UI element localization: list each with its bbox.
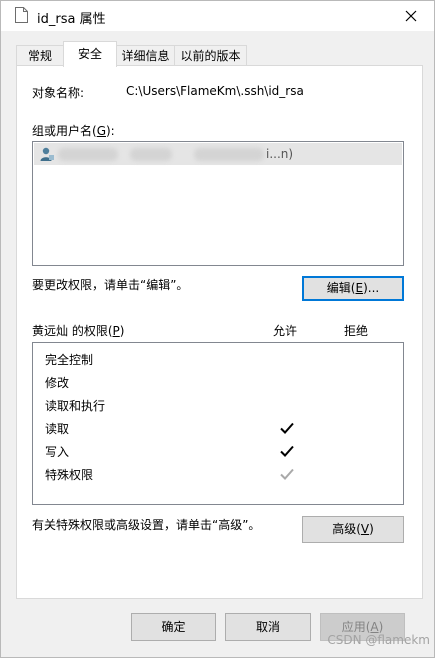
title-bar: id_rsa 属性	[1, 1, 434, 31]
close-icon	[405, 10, 417, 22]
object-name-value: C:\Users\FlameKm\.ssh\id_rsa	[126, 84, 304, 98]
advanced-hint: 有关特殊权限或高级设置，请单击“高级”。	[32, 518, 261, 532]
permissions-listbox[interactable]: 完全控制修改读取和执行读取写入特殊权限	[32, 342, 404, 505]
permission-name: 修改	[45, 376, 70, 390]
redacted-name	[130, 148, 172, 161]
permission-row: 完全控制	[33, 349, 401, 369]
object-name-label: 对象名称:	[32, 86, 85, 100]
deny-column-header: 拒绝	[344, 324, 369, 338]
permission-name: 特殊权限	[45, 468, 94, 482]
tab-details[interactable]: 详细信息	[116, 45, 175, 66]
permission-row: 读取	[33, 418, 401, 438]
permission-row: 特殊权限	[33, 464, 401, 484]
checkmark-icon	[280, 445, 294, 457]
checkmark-icon	[280, 468, 294, 480]
change-permissions-hint: 要更改权限，请单击“编辑”。	[32, 278, 189, 292]
close-button[interactable]	[388, 1, 434, 31]
permission-row: 读取和执行	[33, 395, 401, 415]
permission-name: 完全控制	[45, 353, 94, 367]
groups-listbox[interactable]: i...n)	[32, 141, 404, 266]
user-icon	[40, 147, 54, 161]
groups-label: 组或用户名(G):	[32, 124, 115, 138]
tab-security[interactable]: 安全	[63, 41, 117, 67]
group-item-text: i...n)	[266, 147, 294, 161]
permission-name: 读取和执行	[45, 399, 106, 413]
watermark-text: CSDN @flamekm	[327, 633, 430, 647]
security-panel: 对象名称: C:\Users\FlameKm\.ssh\id_rsa 组或用户名…	[16, 65, 423, 599]
tab-general[interactable]: 常规	[16, 45, 64, 66]
file-icon	[15, 7, 28, 23]
permissions-header: 黄远灿 的权限(P)	[32, 324, 125, 338]
cancel-button[interactable]: 取消	[225, 613, 311, 641]
allow-column-header: 允许	[273, 324, 298, 338]
redacted-name	[58, 148, 118, 161]
advanced-button[interactable]: 高级(V)	[302, 516, 404, 543]
edit-button[interactable]: 编辑(E)...	[302, 276, 404, 301]
permission-name: 写入	[45, 445, 70, 459]
permission-name: 读取	[45, 422, 70, 436]
permission-row: 修改	[33, 372, 401, 392]
checkmark-icon	[280, 422, 294, 434]
permission-row: 写入	[33, 441, 401, 461]
properties-dialog: id_rsa 属性 常规 安全 详细信息 以前的版本 对象名称: C:\User…	[0, 0, 435, 658]
window-title: id_rsa 属性	[37, 12, 106, 27]
list-item[interactable]: i...n)	[34, 143, 402, 165]
ok-button[interactable]: 确定	[131, 613, 216, 641]
tab-previous-versions[interactable]: 以前的版本	[174, 45, 247, 66]
redacted-name	[194, 148, 264, 161]
